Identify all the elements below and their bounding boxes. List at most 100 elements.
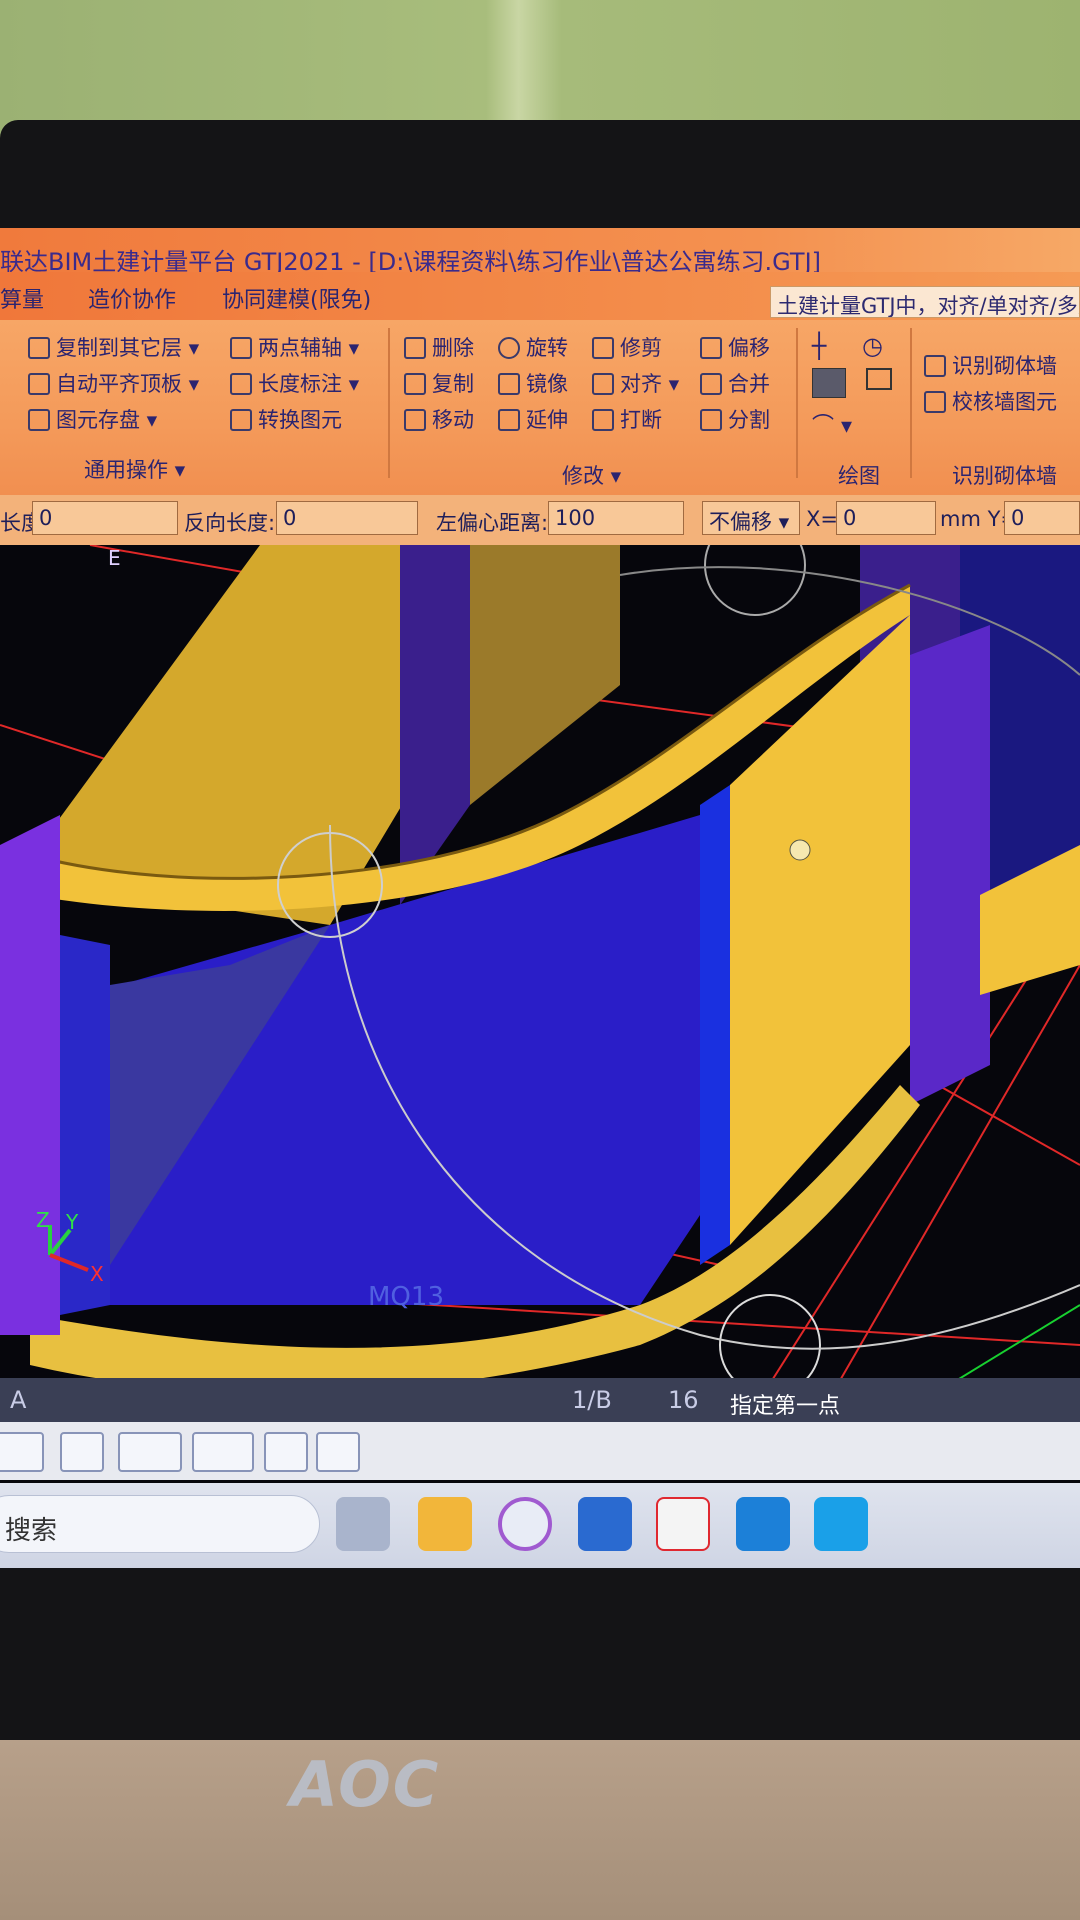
cross-icon[interactable]	[60, 1432, 104, 1472]
convert-icon	[230, 409, 252, 431]
media-player-icon[interactable]	[498, 1497, 552, 1551]
length-input[interactable]: 0	[32, 501, 178, 535]
clock-icon[interactable]: ◷	[862, 332, 883, 360]
desk-surface	[0, 1740, 1080, 1920]
gtj-app-icon[interactable]	[814, 1497, 868, 1551]
trim-button[interactable]: 修剪	[592, 332, 662, 362]
dimension-tool-icon[interactable]	[192, 1432, 254, 1472]
split-button[interactable]: 分割	[700, 404, 770, 434]
save-icon	[28, 409, 50, 431]
merge-icon	[700, 373, 722, 395]
arc-tool[interactable]: ⌒ ▾	[812, 408, 852, 440]
line-tool[interactable]	[812, 368, 846, 403]
recognize-icon	[924, 355, 946, 377]
file-explorer-icon[interactable]	[418, 1497, 472, 1551]
point-tool[interactable]: ┼	[812, 332, 826, 360]
group-draw-label: 绘图	[838, 464, 880, 488]
mirror-button[interactable]: 镜像	[498, 368, 568, 398]
select-mode-button[interactable]	[0, 1432, 44, 1472]
axis-y: Y	[65, 1210, 79, 1234]
ribbon-separator	[910, 328, 912, 478]
status-grid-ref: 1/B	[572, 1386, 612, 1414]
help-search-hint[interactable]: 土建计量GTJ中，对齐/单对齐/多对	[770, 286, 1080, 318]
offset-distance-input[interactable]: 100	[548, 501, 684, 535]
copy-to-layer-button[interactable]: 复制到其它层 ▾	[28, 332, 199, 362]
curve-icon[interactable]	[316, 1432, 360, 1472]
taskbar-search[interactable]: 搜索	[0, 1495, 320, 1553]
recognize-wall-button[interactable]: 识别砌体墙	[924, 350, 1057, 380]
dimension-icon	[230, 373, 252, 395]
group-recognize-label: 识别砌体墙	[952, 464, 1057, 488]
check-wall-button[interactable]: 校核墙图元	[924, 386, 1057, 416]
menu-item-1[interactable]: 造价协作	[88, 282, 176, 314]
offset-icon	[700, 337, 722, 359]
trash-icon	[404, 337, 426, 359]
layer-icon[interactable]	[264, 1432, 308, 1472]
offset-button[interactable]: 偏移	[700, 332, 770, 362]
glodon-icon[interactable]	[736, 1497, 790, 1551]
trim-icon	[592, 337, 614, 359]
option-bar: 长度: 0 反向长度: 0 左偏心距离: 100 不偏移 ▾ X= 0 mm Y…	[0, 495, 1080, 545]
axis-z: Z	[36, 1208, 50, 1232]
status-bar: A 1/B 16 指定第一点	[0, 1378, 1080, 1422]
split-icon	[700, 409, 722, 431]
convert-element-button[interactable]: 转换图元	[230, 404, 342, 434]
task-view-icon[interactable]	[336, 1497, 390, 1551]
group-general-label[interactable]: 通用操作 ▾	[84, 454, 185, 484]
break-button[interactable]: 打断	[592, 404, 662, 434]
model-3d-view[interactable]: E MQ13 Z Y X	[0, 545, 1080, 1415]
copy-button[interactable]: 复制	[404, 368, 474, 398]
move-button[interactable]: 移动	[404, 404, 474, 434]
x-label: X=	[806, 507, 838, 531]
group-modify-label[interactable]: 修改 ▾	[562, 460, 621, 490]
move-icon	[404, 409, 426, 431]
axis-icon	[230, 337, 252, 359]
auto-level-slab-button[interactable]: 自动平齐顶板 ▾	[28, 368, 199, 398]
status-prompt: 指定第一点	[730, 1394, 841, 1419]
angle-icon[interactable]	[118, 1432, 182, 1472]
reverse-length-label: 反向长度:	[184, 511, 276, 535]
copy-icon	[28, 337, 50, 359]
bottom-toolbar	[0, 1422, 1080, 1480]
mirror-icon	[498, 373, 520, 395]
two-point-axis-button[interactable]: 两点辅轴 ▾	[230, 332, 359, 362]
offset-mode-select[interactable]: 不偏移 ▾	[702, 501, 800, 535]
level-icon	[28, 373, 50, 395]
os-taskbar: 搜索	[0, 1483, 1080, 1568]
ribbon: 复制到其它层 ▾ 自动平齐顶板 ▾ 图元存盘 ▾ 两点辅轴 ▾ 长度标注 ▾ 转…	[0, 320, 1080, 495]
status-number: 16	[668, 1386, 699, 1414]
delete-button[interactable]: 删除	[404, 332, 474, 362]
wps-icon[interactable]	[656, 1497, 710, 1551]
y-input[interactable]: 0	[1004, 501, 1080, 535]
ribbon-separator	[388, 328, 390, 478]
front-wall-edge	[700, 785, 730, 1265]
offset-distance-label: 左偏心距离:	[436, 511, 549, 535]
rotate-button[interactable]: 旋转	[498, 332, 568, 362]
rectangle-tool[interactable]	[866, 368, 892, 395]
merge-button[interactable]: 合并	[700, 368, 770, 398]
extend-button[interactable]: 延伸	[498, 404, 568, 434]
x-input[interactable]: 0	[836, 501, 936, 535]
extend-icon	[498, 409, 520, 431]
screen: 联达BIM土建计量平台 GTJ2021 - [D:\课程资料\练习作业\普达公寓…	[0, 228, 1080, 1568]
axis-label-e: E	[108, 546, 121, 570]
monitor-brand-logo: AOC	[290, 1748, 441, 1821]
column-right-front	[910, 625, 990, 1105]
column-left-inner	[60, 935, 110, 1315]
rotate-icon	[498, 337, 520, 359]
align-button[interactable]: 对齐 ▾	[592, 368, 679, 398]
reverse-length-input[interactable]: 0	[276, 501, 418, 535]
element-label-mq: MQ13	[368, 1282, 444, 1312]
align-icon	[592, 373, 614, 395]
cad-app-icon[interactable]	[578, 1497, 632, 1551]
axis-x: X	[90, 1262, 104, 1286]
copy-icon	[404, 373, 426, 395]
length-dimension-button[interactable]: 长度标注 ▾	[230, 368, 359, 398]
save-element-button[interactable]: 图元存盘 ▾	[28, 404, 157, 434]
menu-item-0[interactable]: 算量	[0, 282, 44, 314]
status-left: A	[10, 1386, 27, 1414]
cursor-icon	[789, 839, 811, 861]
break-icon	[592, 409, 614, 431]
menu-item-2[interactable]: 协同建模(限免)	[222, 282, 371, 314]
check-icon	[924, 391, 946, 413]
